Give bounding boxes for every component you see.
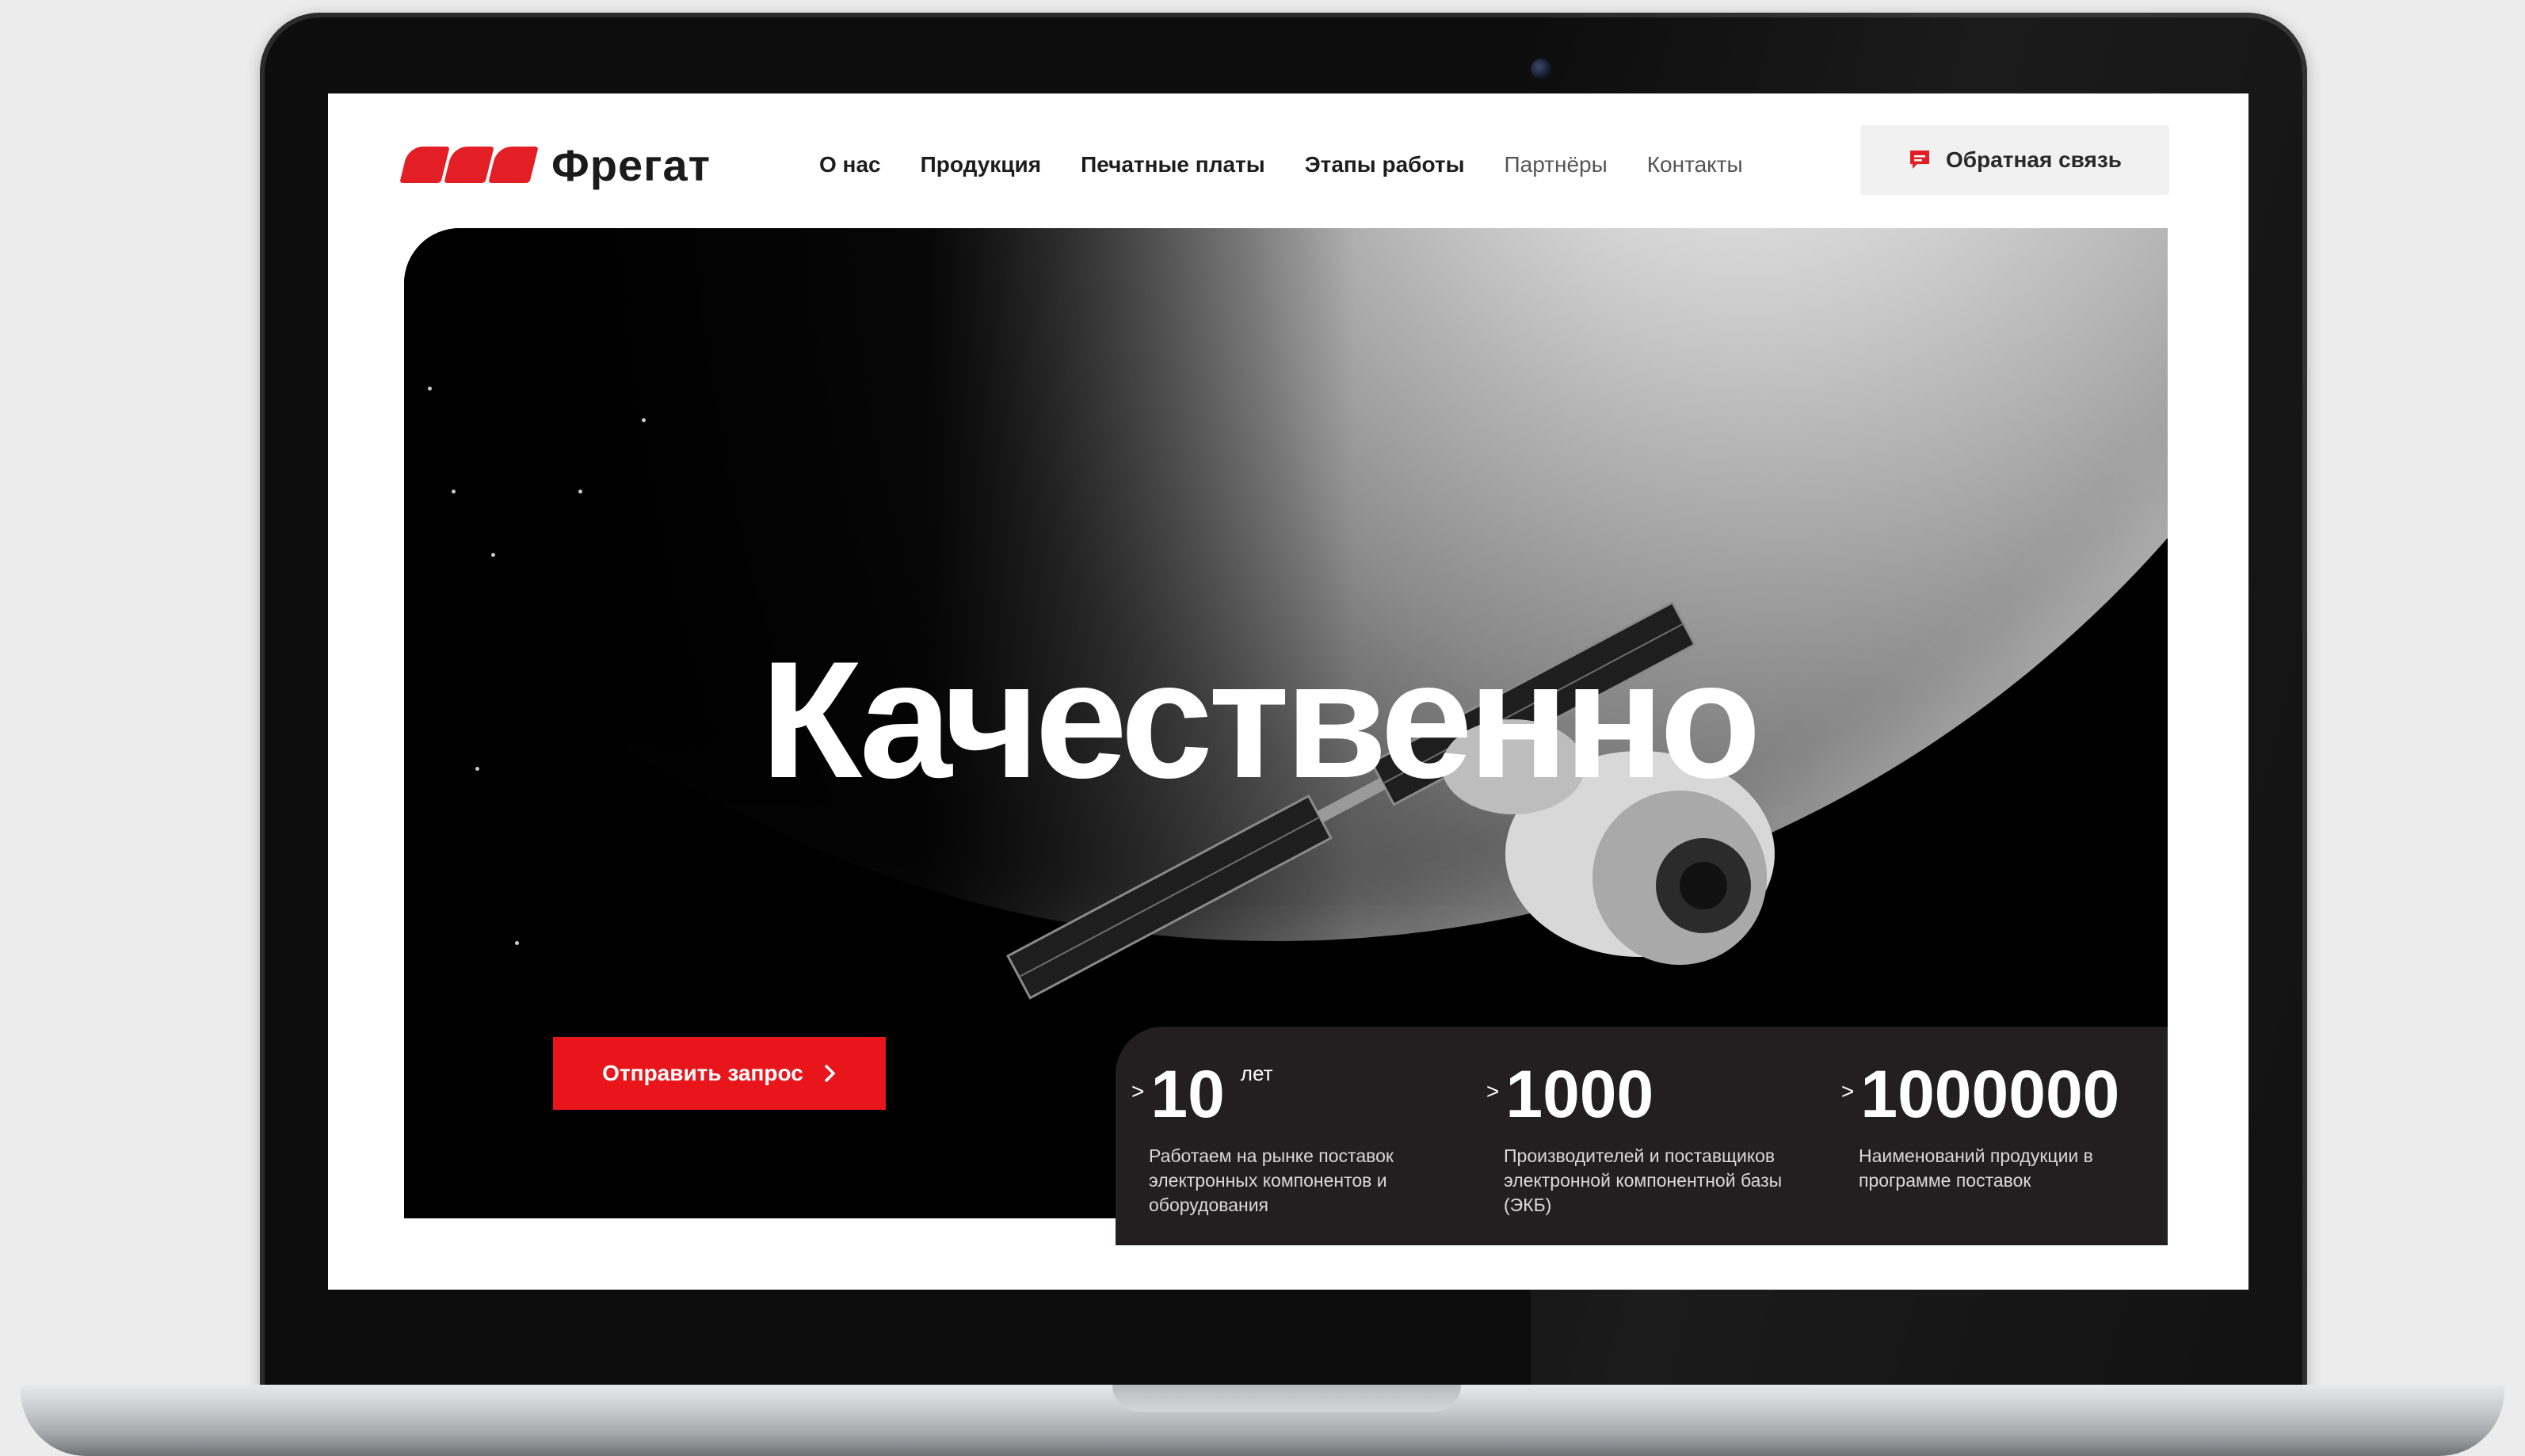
stat-unit: лет [1240,1062,1273,1085]
stat-caret: > [1486,1079,1500,1103]
stats-panel: > 10 лет Работаем на рынке поставок элек… [1116,1027,2168,1245]
main-nav: О нас Продукция Печатные платы Этапы раб… [819,143,1743,187]
hero-title: Качественно [761,627,1761,813]
nav-item-pcb[interactable]: Печатные платы [1081,143,1265,187]
star [491,553,495,557]
star [475,767,479,771]
nav-item-products[interactable]: Продукция [921,143,1041,187]
stat-caret: > [1841,1079,1855,1103]
stat-value: 1000000 [1860,1057,2120,1131]
stat-suppliers: > 1000 Производителей и поставщиков элек… [1486,1058,1819,1218]
logo-text: Фрегат [551,139,711,190]
stat-products: > 1000000 Наименований продукции в прогр… [1841,1058,2174,1193]
website-screen: Фрегат О нас Продукция Печатные платы Эт… [328,93,2248,1290]
stat-value: 1000 [1505,1057,1654,1131]
feedback-label: Обратная связь [1946,147,2122,172]
nav-item-partners[interactable]: Партнёры [1505,143,1608,187]
site-logo[interactable]: Фрегат [399,133,711,196]
stat-description: Работаем на рынке поставок электронных к… [1149,1145,1394,1215]
stat-caret: > [1131,1079,1145,1103]
laptop-base-notch [1112,1385,1461,1412]
logo-mark-icon [399,147,539,183]
camera-icon [1531,59,1551,79]
chat-icon [1910,151,1930,169]
site-header: Фрегат О нас Продукция Печатные платы Эт… [328,93,2248,227]
feedback-button[interactable]: Обратная связь [1860,125,2169,195]
star [578,490,582,494]
star [515,941,519,945]
send-request-button[interactable]: Отправить запрос [553,1037,886,1110]
send-request-label: Отправить запрос [602,1061,803,1085]
stat-value: 10 [1150,1057,1225,1131]
star [428,387,432,391]
stat-description: Наименований продукции в программе поста… [1859,1145,2093,1191]
stat-years: > 10 лет Работаем на рынке поставок элек… [1131,1058,1464,1218]
nav-item-about[interactable]: О нас [819,143,881,187]
nav-item-stages[interactable]: Этапы работы [1305,143,1465,187]
star [642,418,646,422]
nav-item-contacts[interactable]: Контакты [1647,143,1743,187]
chevron-right-icon [824,1064,836,1083]
stat-description: Производителей и поставщиков электронной… [1504,1145,1783,1215]
star [452,490,456,494]
